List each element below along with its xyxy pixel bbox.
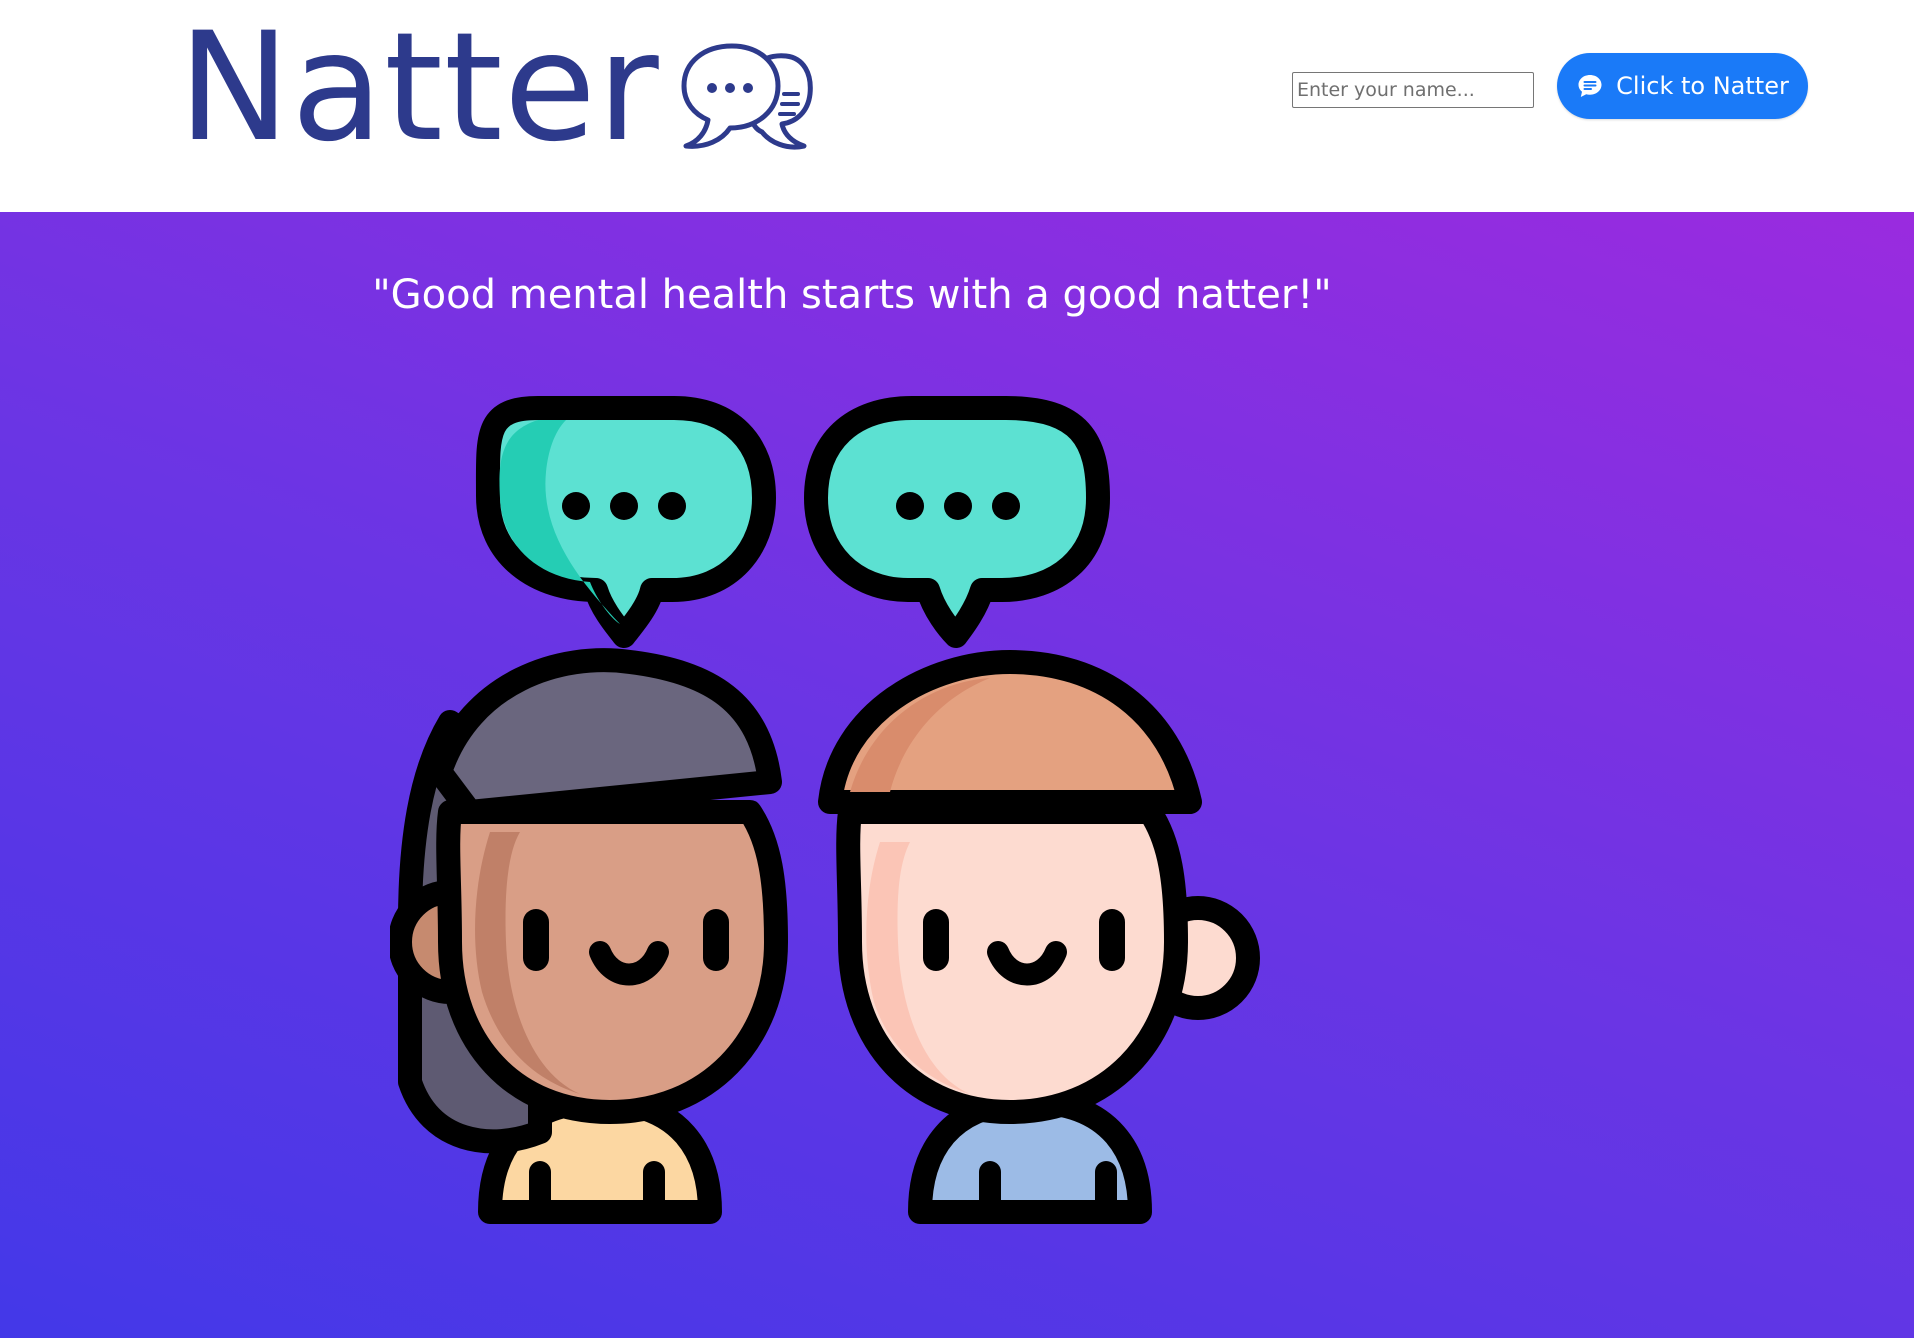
logo-text: Natter xyxy=(178,1,660,175)
click-to-natter-button[interactable]: Click to Natter xyxy=(1557,53,1808,119)
message-icon xyxy=(1578,75,1602,97)
header: Natter Click to Natter xyxy=(0,0,1914,212)
button-label: Click to Natter xyxy=(1616,72,1789,100)
speech-bubble-right-icon xyxy=(804,396,1110,648)
chat-bubbles-icon xyxy=(681,43,813,150)
logo: Natter xyxy=(178,8,814,168)
right-person-icon xyxy=(818,650,1260,1224)
left-person-icon xyxy=(390,648,788,1224)
speech-bubble-left-icon xyxy=(475,396,776,648)
two-people-chatting-illustration xyxy=(390,396,1260,1224)
name-input[interactable] xyxy=(1292,72,1534,108)
hero-section: "Good mental health starts with a good n… xyxy=(0,212,1914,1338)
tagline: "Good mental health starts with a good n… xyxy=(372,272,1332,318)
